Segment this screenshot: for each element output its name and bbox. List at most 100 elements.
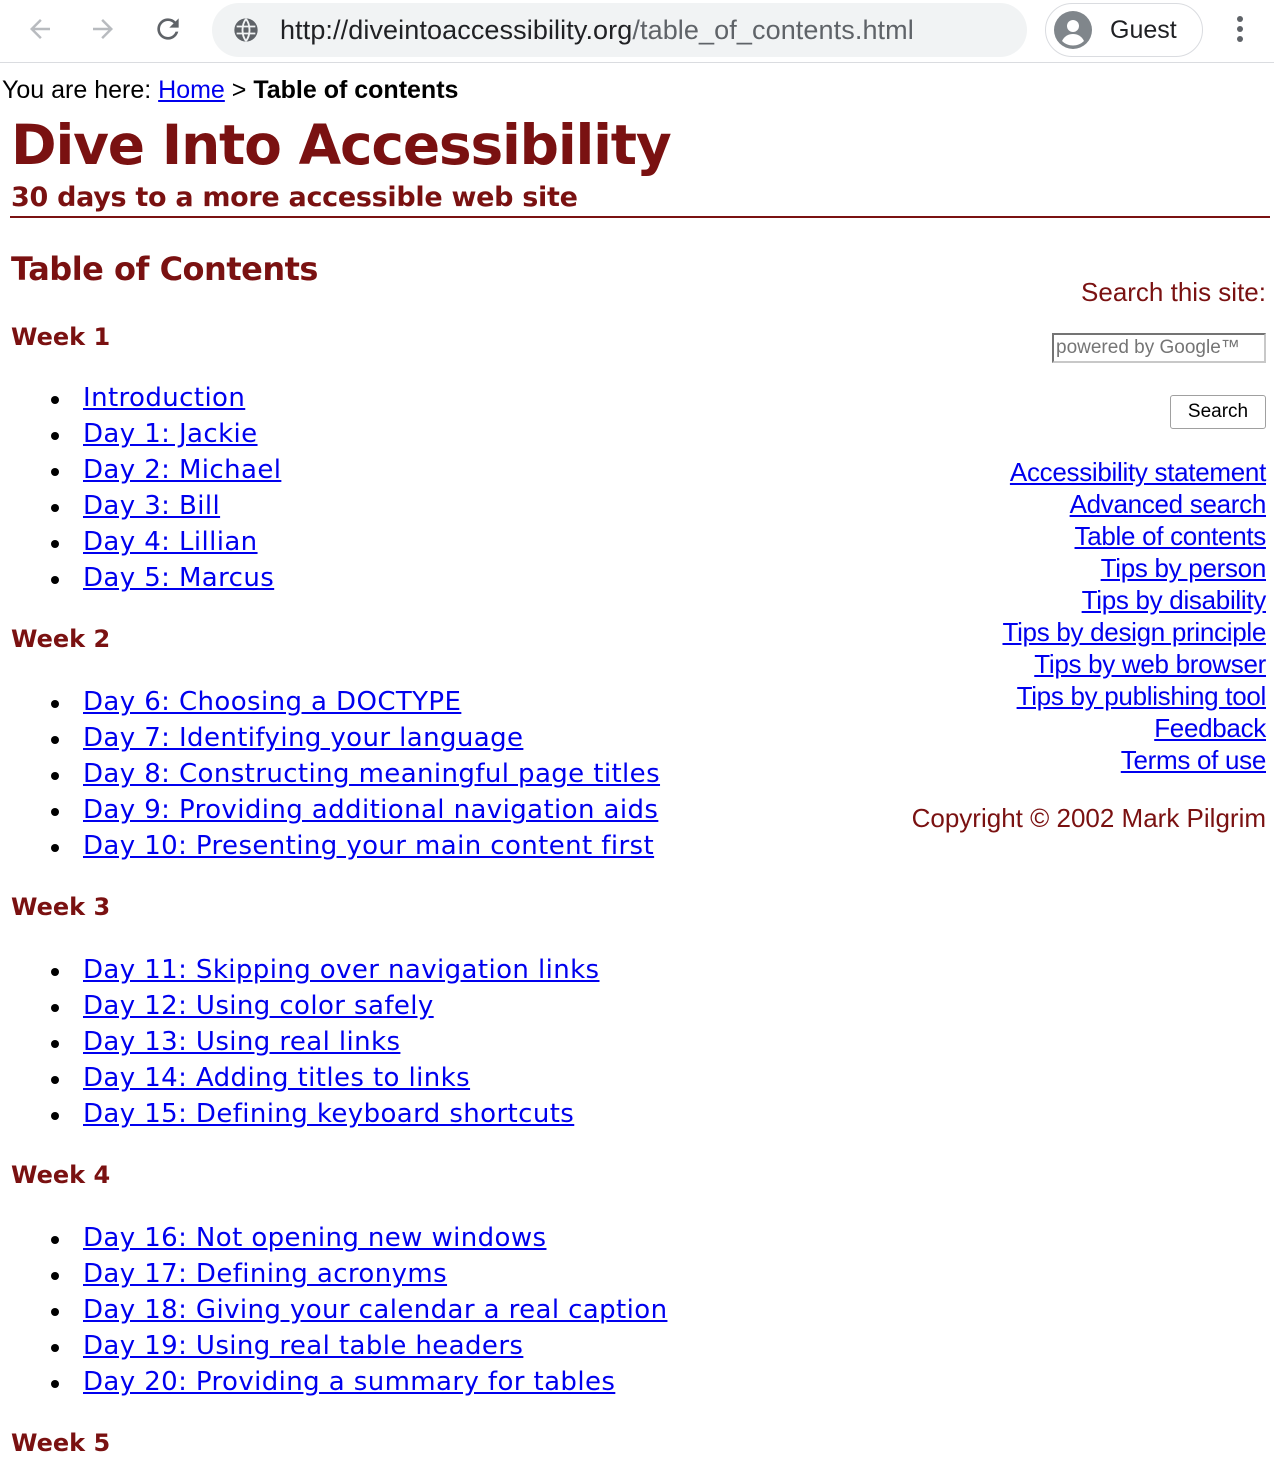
bullet [51, 844, 59, 852]
list-item: Day 15: Defining keyboard shortcuts [0, 1096, 599, 1132]
sidebar-item: Tips by design principle [1002, 616, 1266, 648]
sidebar-link-terms-of-use[interactable]: Terms of use [1121, 745, 1267, 775]
toc-link[interactable]: Day 2: Michael [83, 455, 281, 485]
search-label: Search this site: [1081, 277, 1266, 307]
toc-link[interactable]: Day 12: Using color safely [83, 991, 434, 1021]
bullet [51, 1040, 59, 1048]
arrow-right-icon [93, 19, 113, 39]
bullet [51, 576, 59, 584]
sidebar-link-tips-by-person[interactable]: Tips by person [1101, 553, 1267, 583]
list-item: Day 10: Presenting your main content fir… [0, 828, 660, 864]
week-4-list: Day 16: Not opening new windows Day 17: … [0, 1220, 667, 1400]
breadcrumb-current: Table of contents [253, 76, 459, 104]
bullet [51, 772, 59, 780]
bullet [51, 1236, 59, 1244]
toc-link[interactable]: Day 8: Constructing meaningful page titl… [83, 759, 660, 789]
list-item: Day 1: Jackie [0, 416, 281, 452]
week-2-list: Day 6: Choosing a DOCTYPE Day 7: Identif… [0, 684, 660, 864]
toc-link[interactable]: Day 14: Adding titles to links [83, 1063, 470, 1093]
sidebar-link-table-of-contents[interactable]: Table of contents [1075, 521, 1267, 551]
list-item: Day 16: Not opening new windows [0, 1220, 667, 1256]
sidebar-link-tips-by-design-principle[interactable]: Tips by design principle [1002, 617, 1266, 647]
sidebar-link-advanced-search[interactable]: Advanced search [1070, 489, 1267, 519]
week-heading: Week 4 [11, 1161, 111, 1189]
url-text[interactable]: http://diveintoaccessibility.org/table_o… [280, 13, 914, 47]
url-host: http://diveintoaccessibility.org [280, 15, 633, 45]
toc-link[interactable]: Day 4: Lillian [83, 527, 258, 557]
sidebar-link-tips-by-web-browser[interactable]: Tips by web browser [1034, 649, 1266, 679]
reload-button[interactable] [148, 9, 188, 49]
list-item: Day 14: Adding titles to links [0, 1060, 599, 1096]
list-item: Day 13: Using real links [0, 1024, 599, 1060]
person-icon [1054, 11, 1092, 49]
sidebar-link-tips-by-disability[interactable]: Tips by disability [1082, 585, 1267, 615]
list-item: Day 6: Choosing a DOCTYPE [0, 684, 660, 720]
toc-link[interactable]: Day 9: Providing additional navigation a… [83, 795, 658, 825]
list-item: Day 19: Using real table headers [0, 1328, 667, 1364]
url-path: /table_of_contents.html [632, 15, 914, 45]
toc-link[interactable]: Day 11: Skipping over navigation links [83, 955, 599, 985]
toc-link[interactable]: Day 7: Identifying your language [83, 723, 523, 753]
week-1-list: Introduction Day 1: Jackie Day 2: Michae… [0, 380, 281, 596]
page-title: Table of Contents [11, 250, 318, 288]
list-item: Day 20: Providing a summary for tables [0, 1364, 667, 1400]
sidebar-link-tips-by-publishing-tool[interactable]: Tips by publishing tool [1017, 681, 1267, 711]
toc-link[interactable]: Day 17: Defining acronyms [83, 1259, 447, 1289]
toc-link[interactable]: Day 3: Bill [83, 491, 220, 521]
toc-link[interactable]: Day 6: Choosing a DOCTYPE [83, 687, 461, 717]
list-item: Day 4: Lillian [0, 524, 281, 560]
week-heading: Week 1 [11, 323, 111, 351]
list-item: Day 18: Giving your calendar a real capt… [0, 1292, 667, 1328]
browser-menu-button[interactable] [1222, 9, 1258, 49]
sidebar-item: Advanced search [1002, 488, 1267, 520]
toc-link[interactable]: Day 1: Jackie [83, 419, 258, 449]
breadcrumb-home-link[interactable]: Home [158, 76, 225, 104]
sidebar-item: Tips by web browser [1002, 648, 1266, 680]
toc-link[interactable]: Day 5: Marcus [83, 563, 274, 593]
week-heading: Week 2 [11, 625, 111, 653]
browser-toolbar: http://diveintoaccessibility.org/table_o… [0, 0, 1274, 63]
bullet [51, 1076, 59, 1084]
bullet [51, 736, 59, 744]
bullet [51, 808, 59, 816]
sidebar-link-accessibility-statement[interactable]: Accessibility statement [1010, 457, 1266, 487]
toc-link[interactable]: Day 19: Using real table headers [83, 1331, 523, 1361]
toc-link[interactable]: Day 16: Not opening new windows [83, 1223, 546, 1253]
bullet [51, 1344, 59, 1352]
sidebar-link-feedback[interactable]: Feedback [1154, 713, 1266, 743]
bullet [51, 700, 59, 708]
search-button[interactable]: Search [1170, 395, 1266, 429]
toc-link[interactable]: Day 10: Presenting your main content fir… [83, 831, 654, 861]
list-item: Day 11: Skipping over navigation links [0, 952, 599, 988]
toc-link[interactable]: Day 15: Defining keyboard shortcuts [83, 1099, 574, 1129]
sidebar-item: Terms of use [1002, 744, 1267, 776]
toc-link[interactable]: Day 13: Using real links [83, 1027, 400, 1057]
reload-icon [157, 18, 179, 40]
list-item: Day 7: Identifying your language [0, 720, 660, 756]
week-heading: Week 3 [11, 893, 111, 921]
sidebar-item: Table of contents [1002, 520, 1267, 552]
bullet [51, 432, 59, 440]
bullet [51, 396, 59, 404]
address-bar[interactable]: http://diveintoaccessibility.org/table_o… [212, 3, 1027, 57]
sidebar-nav: Accessibility statement Advanced search … [1002, 456, 1266, 776]
breadcrumb-separator: > [224, 76, 254, 104]
week-heading: Week 5 [11, 1429, 111, 1457]
arrow-left-icon [30, 19, 50, 39]
breadcrumb: You are here: Home > Table of contents [2, 75, 458, 105]
toc-link[interactable]: Introduction [83, 383, 245, 413]
list-item: Day 5: Marcus [0, 560, 281, 596]
toc-link[interactable]: Day 18: Giving your calendar a real capt… [83, 1295, 667, 1325]
forward-button[interactable] [83, 9, 123, 49]
breadcrumb-prefix: You are here: [2, 76, 159, 104]
sidebar-item: Feedback [1002, 712, 1266, 744]
sidebar-item: Accessibility statement [1002, 456, 1266, 488]
search-input[interactable] [1052, 333, 1266, 363]
sidebar-item: Tips by disability [1002, 584, 1267, 616]
globe-icon[interactable] [232, 16, 260, 44]
toc-link[interactable]: Day 20: Providing a summary for tables [83, 1367, 615, 1397]
bullet [51, 968, 59, 976]
profile-button[interactable]: Guest [1045, 3, 1203, 57]
back-button[interactable] [20, 9, 60, 49]
bullet [51, 1380, 59, 1388]
